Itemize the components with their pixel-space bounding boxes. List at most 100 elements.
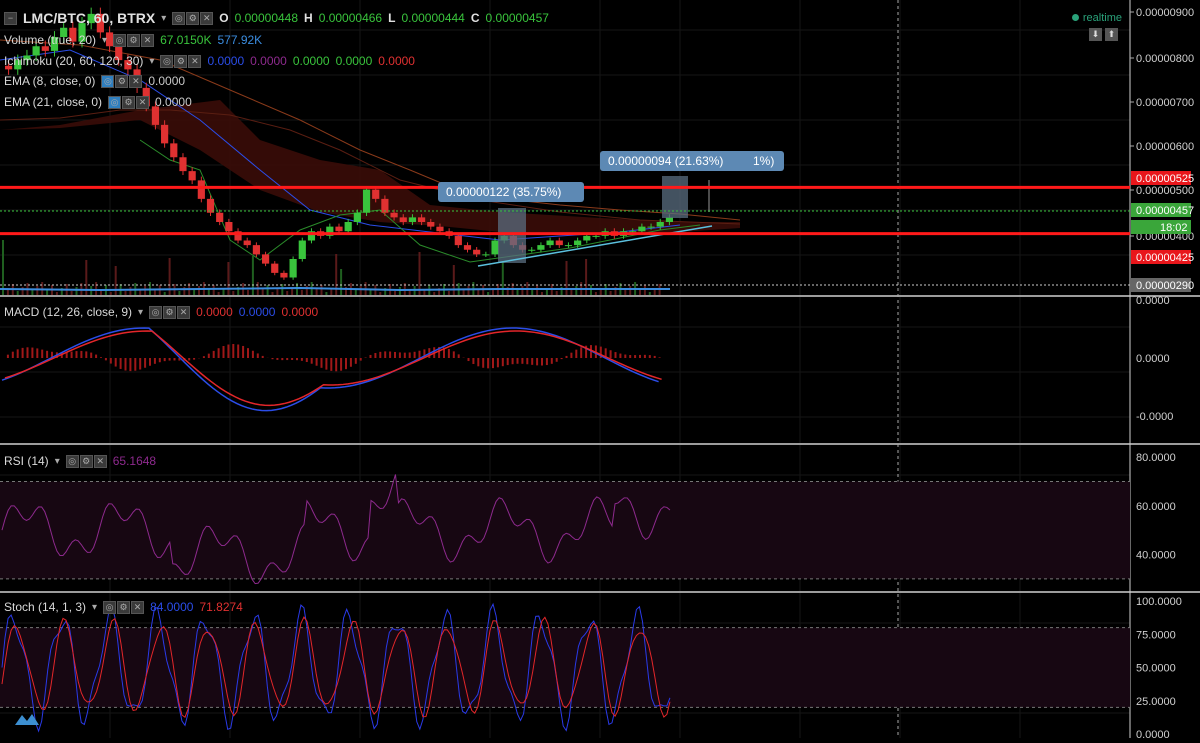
candle-body (666, 217, 673, 222)
ema21-legend: EMA (21, close, 0) ◎⚙✕ 0.0000 (4, 95, 192, 109)
chevron-down-icon[interactable]: ▾ (161, 13, 166, 24)
candle-body (280, 273, 287, 278)
volume-bar (31, 290, 33, 295)
rsi-tick-label: 80.0000 (1136, 452, 1176, 464)
volume-bar (595, 292, 597, 295)
chevron-down-icon[interactable]: ▾ (92, 602, 97, 613)
macd-histogram-bar (27, 347, 29, 358)
rsi-value: 65.1648 (113, 454, 156, 468)
price-tick-label: 0.00000900 (1136, 7, 1194, 19)
legend-controls[interactable]: ◎⚙✕ (101, 75, 142, 88)
macd-histogram-bar (448, 349, 450, 358)
trading-chart[interactable]: 0.00000122 (35.75%)0.00000094 (21.63%)1%… (0, 0, 1200, 738)
volume-label[interactable]: Volume (true, 20) (4, 33, 96, 47)
candle-body (556, 241, 563, 246)
macd-histogram-bar (41, 350, 43, 358)
legend-controls[interactable]: ◎⚙✕ (108, 96, 149, 109)
realtime-indicator: realtime (1072, 12, 1122, 24)
candle-body (464, 245, 471, 250)
legend-controls[interactable]: ◎⚙✕ (66, 455, 107, 468)
stoch-d-value: 71.8274 (199, 600, 242, 614)
low-value: 0.00000444 (401, 11, 464, 25)
volume-bar (610, 291, 612, 295)
macd-histogram-bar (281, 358, 283, 360)
volume-bar (286, 291, 288, 295)
macd-histogram-bar (414, 352, 416, 358)
legend-controls[interactable]: ◎⚙✕ (149, 306, 190, 319)
chevron-down-icon[interactable]: ▾ (102, 35, 107, 46)
volume-bar (218, 292, 220, 295)
candle-body (647, 227, 654, 228)
macd-histogram-bar (17, 349, 19, 358)
macd-histogram-bar (115, 358, 117, 367)
macd-histogram-bar (257, 353, 259, 358)
chevron-down-icon[interactable]: ▾ (55, 456, 60, 467)
volume-bar (340, 269, 342, 295)
macd-histogram-bar (561, 358, 563, 359)
candle-body (225, 222, 232, 231)
volume-ma-value: 577.92K (217, 33, 262, 47)
stoch-k-value: 84.0000 (150, 600, 193, 614)
legend-controls[interactable]: ◎⚙✕ (113, 34, 154, 47)
macd-histogram-bar (512, 358, 514, 364)
macd-legend: MACD (12, 26, close, 9) ▾ ◎⚙✕ 0.0000 0.0… (4, 305, 318, 319)
macd-histogram-bar (252, 351, 254, 358)
chart-canvas[interactable]: 0.00000122 (35.75%)0.00000094 (21.63%)1%… (0, 0, 1200, 738)
tradingview-logo[interactable] (14, 710, 40, 728)
macd-histogram-bar (31, 348, 33, 358)
legend-controls[interactable]: ◎⚙✕ (160, 55, 201, 68)
volume-bar (355, 290, 357, 295)
candle-body (537, 245, 544, 250)
ichimoku-legend: Ichimoku (20, 60, 120, 30) ▾ ◎⚙✕ 0.0000 … (4, 54, 415, 68)
candle-body (592, 236, 599, 237)
ema21-label[interactable]: EMA (21, close, 0) (4, 95, 102, 109)
candle-body (418, 217, 425, 222)
macd-histogram-bar (629, 355, 631, 358)
macd-tick-label: 0.0000 (1136, 353, 1170, 365)
arrow-up-icon[interactable]: ⬆ (1105, 28, 1118, 41)
stoch-label[interactable]: Stoch (14, 1, 3) (4, 600, 86, 614)
chevron-down-icon[interactable]: ▾ (138, 307, 143, 318)
ichimoku-value-1: 0.0000 (207, 54, 244, 68)
candle-body (152, 106, 159, 125)
candle-body (299, 241, 306, 260)
macd-label[interactable]: MACD (12, 26, close, 9) (4, 305, 132, 319)
macd-histogram-bar (95, 355, 97, 358)
volume-bar (521, 286, 523, 295)
ema8-label[interactable]: EMA (8, close, 0) (4, 74, 95, 88)
candle-body (427, 222, 434, 227)
collapse-icon[interactable]: − (4, 12, 17, 25)
volume-bar (178, 291, 180, 295)
ichimoku-value-5: 0.0000 (378, 54, 415, 68)
rsi-band (0, 482, 1130, 579)
candle-body (565, 245, 572, 246)
stoch-tick-label: 25.0000 (1136, 696, 1176, 708)
candle-body (409, 217, 416, 222)
volume-bar (575, 286, 577, 295)
macd-histogram-bar (36, 348, 38, 358)
logo-mark (15, 714, 39, 725)
scale-buttons[interactable]: ⬇ ⬆ (1089, 28, 1118, 41)
legend-controls[interactable]: ◎⚙✕ (172, 12, 213, 25)
macd-histogram-bar (370, 355, 372, 358)
ema21-value: 0.0000 (155, 95, 192, 109)
candle-body (271, 264, 278, 273)
arrow-down-icon[interactable]: ⬇ (1089, 28, 1102, 41)
volume-ma-line (0, 288, 670, 290)
volume-bar (487, 292, 489, 295)
volume-bar (629, 286, 631, 295)
volume-bar (193, 290, 195, 295)
ichimoku-label[interactable]: Ichimoku (20, 60, 120, 30) (4, 54, 143, 68)
macd-histogram-bar (203, 356, 205, 358)
macd-histogram-bar (570, 353, 572, 358)
volume-bar (463, 290, 465, 295)
volume-bar (419, 252, 421, 295)
legend-controls[interactable]: ◎⚙✕ (103, 601, 144, 614)
volume-bar (247, 290, 249, 295)
volume-bar (71, 291, 73, 295)
price-tick-label: 0.00000800 (1136, 53, 1194, 65)
volume-bar (125, 291, 127, 295)
symbol-title[interactable]: LMC/BTC, 60, BTRX (23, 10, 155, 26)
rsi-label[interactable]: RSI (14) (4, 454, 49, 468)
chevron-down-icon[interactable]: ▾ (149, 56, 154, 67)
